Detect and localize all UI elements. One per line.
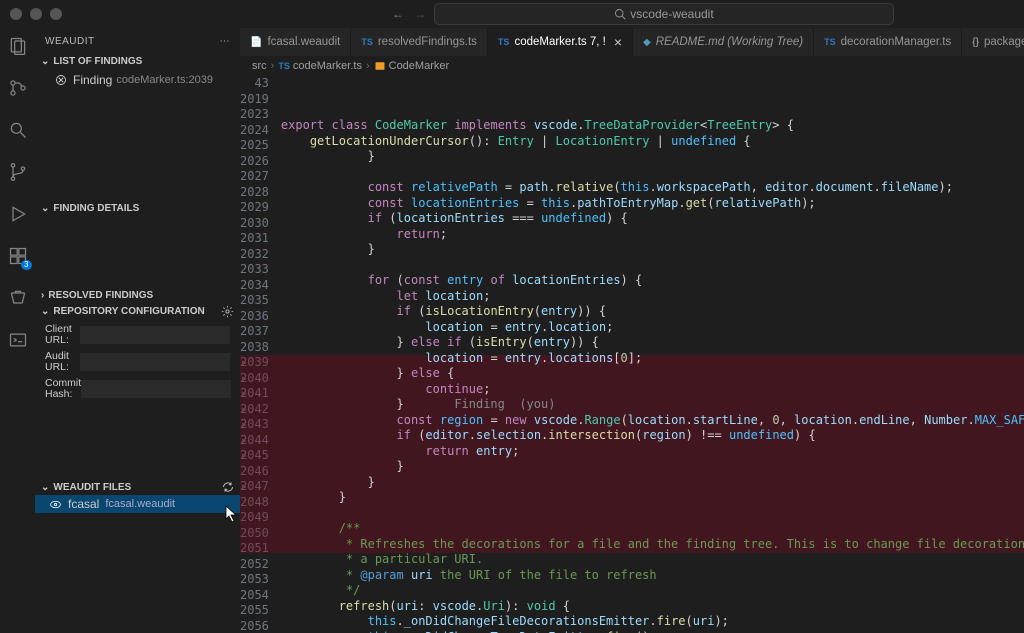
search-activity-icon[interactable]: [6, 118, 30, 142]
sidebar-title: WEAUDIT ⋯: [35, 28, 240, 54]
audit-url-label: Audit URL:: [45, 351, 80, 374]
extensions-badge: 3: [21, 260, 31, 270]
client-url-label: Client URL:: [45, 324, 80, 347]
resolved-findings-header[interactable]: › RESOLVED FINDINGS: [35, 288, 240, 303]
window-controls: [10, 8, 62, 20]
chevron-right-icon: ›: [41, 290, 44, 301]
chevron-down-icon: ⌄: [41, 482, 49, 493]
repo-config-label: REPOSITORY CONFIGURATION: [53, 306, 204, 317]
editor-tab[interactable]: TScodeMarker.ts 7, !×: [488, 28, 633, 56]
list-of-findings-label: LIST OF FINDINGS: [53, 56, 142, 67]
nav-back-icon[interactable]: ←: [392, 7, 404, 21]
terminal-icon[interactable]: [6, 328, 30, 352]
weaudit-file-item[interactable]: fcasal fcasal.weaudit: [35, 495, 240, 513]
run-debug-icon[interactable]: [6, 202, 30, 226]
weaudit-activity-icon[interactable]: [6, 286, 30, 310]
weaudit-files-header[interactable]: ⌄ WEAUDIT FILES: [35, 479, 240, 495]
finding-desc: codeMarker.ts:2039: [116, 74, 213, 86]
resolved-findings-label: RESOLVED FINDINGS: [48, 290, 153, 301]
finding-details-label: FINDING DETAILS: [53, 203, 139, 214]
chevron-down-icon: ⌄: [41, 56, 49, 67]
extensions-icon[interactable]: 3: [6, 244, 30, 268]
chevron-down-icon: ⌄: [41, 203, 49, 214]
weaudit-files-label: WEAUDIT FILES: [53, 482, 131, 493]
finding-label: Finding: [73, 73, 112, 87]
nav-forward-icon[interactable]: →: [414, 7, 426, 21]
nav-arrows: ← →: [392, 7, 426, 21]
editor-tab[interactable]: 📄fcasal.weaudit: [240, 28, 351, 56]
explorer-icon[interactable]: [6, 34, 30, 58]
code-editor[interactable]: 4320192023202420252026202720282029203020…: [240, 76, 1024, 633]
finding-details-header[interactable]: ⌄ FINDING DETAILS: [35, 201, 240, 216]
weaudit-file-name: fcasal: [68, 497, 99, 511]
client-url-input[interactable]: [80, 326, 230, 344]
repo-config-header[interactable]: ⌄ REPOSITORY CONFIGURATION: [35, 303, 240, 320]
gear-icon[interactable]: [221, 305, 234, 318]
titlebar: ← → vscode-weaudit: [0, 0, 1024, 28]
sidebar-title-label: WEAUDIT: [45, 36, 95, 47]
editor-tab[interactable]: ◆README.md (Working Tree): [633, 28, 814, 56]
editor-area: 📄fcasal.weauditTSresolvedFindings.tsTSco…: [240, 28, 1024, 633]
activity-bar: 3: [0, 28, 35, 633]
commit-hash-label: Commit Hash:: [45, 378, 81, 401]
refresh-icon[interactable]: [222, 481, 234, 493]
editor-tab[interactable]: TSdecorationManager.ts: [814, 28, 962, 56]
bc-symbol[interactable]: CodeMarker: [374, 60, 450, 72]
maximize-window-icon[interactable]: [50, 8, 62, 20]
editor-tab[interactable]: TSresolvedFindings.ts: [351, 28, 488, 56]
close-tab-icon[interactable]: ×: [614, 34, 622, 50]
weaudit-file-desc: fcasal.weaudit: [105, 498, 175, 510]
eye-icon: [49, 498, 62, 511]
sidebar-more-icon[interactable]: ⋯: [220, 36, 231, 47]
minimize-window-icon[interactable]: [30, 8, 42, 20]
bc-folder[interactable]: src: [252, 60, 267, 72]
finding-item[interactable]: Finding codeMarker.ts:2039: [35, 71, 240, 89]
audit-url-input[interactable]: [80, 353, 230, 371]
chevron-down-icon: ⌄: [41, 306, 49, 317]
editor-tabs: 📄fcasal.weauditTSresolvedFindings.tsTSco…: [240, 28, 1024, 56]
close-window-icon[interactable]: [10, 8, 22, 20]
mouse-cursor-icon: [225, 505, 239, 523]
search-icon: [614, 8, 626, 20]
command-center[interactable]: vscode-weaudit: [434, 3, 894, 25]
error-icon: [55, 74, 67, 86]
git-branch-icon[interactable]: [6, 160, 30, 184]
command-center-label: vscode-weaudit: [630, 7, 713, 21]
bc-file[interactable]: TS codeMarker.ts: [278, 60, 362, 72]
list-of-findings-header[interactable]: ⌄ LIST OF FINDINGS: [35, 54, 240, 69]
source-control-icon[interactable]: [6, 76, 30, 100]
commit-hash-input[interactable]: [81, 380, 231, 398]
sidebar: WEAUDIT ⋯ ⌄ LIST OF FINDINGS Finding cod…: [35, 28, 240, 633]
editor-tab[interactable]: {}package.json: [962, 28, 1024, 56]
breadcrumbs[interactable]: src › TS codeMarker.ts › CodeMarker: [240, 56, 1024, 76]
